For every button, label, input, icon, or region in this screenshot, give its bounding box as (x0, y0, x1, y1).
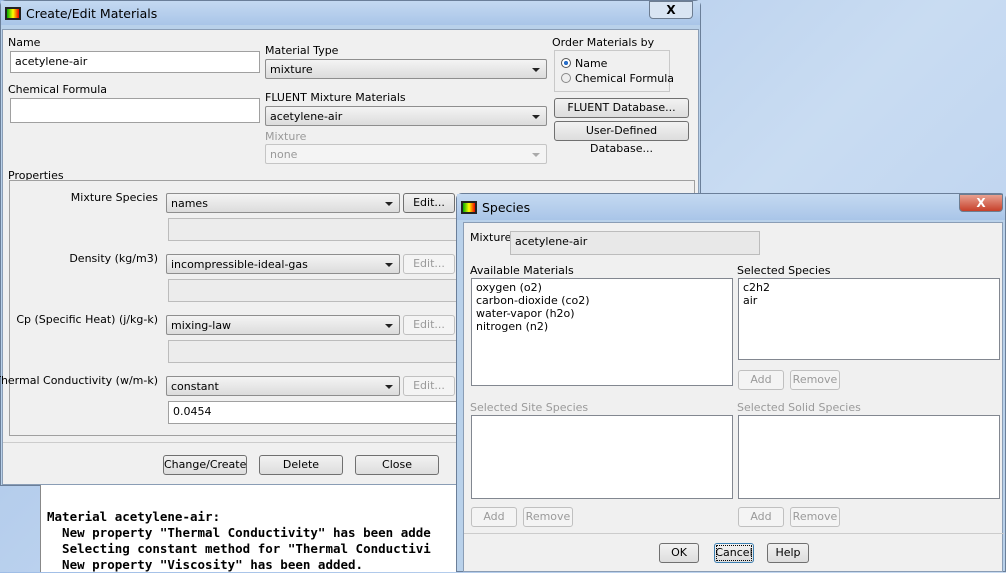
order-by-name-radio[interactable]: Name (561, 57, 607, 70)
material-type-dropdown[interactable]: mixture (265, 59, 547, 79)
remove-solid-button[interactable]: Remove (790, 507, 840, 527)
order-by-formula-radio[interactable]: Chemical Formula (561, 72, 674, 85)
console-line: New property "Thermal Conductivity" has … (47, 525, 431, 540)
property-edit-button[interactable]: Edit... (403, 193, 455, 213)
title-bar[interactable]: Create/Edit Materials (1, 1, 700, 25)
remove-species-button[interactable]: Remove (790, 370, 840, 390)
radio-label: Chemical Formula (575, 72, 675, 85)
console-line: Selecting constant method for "Thermal C… (47, 541, 431, 556)
console-line: Material acetylene-air: (47, 509, 221, 524)
delete-button[interactable]: Delete (259, 455, 343, 475)
property-value-field[interactable]: 0.0454 (168, 401, 468, 424)
material-type-label: Material Type (265, 44, 339, 57)
property-label: Cp (Specific Heat) (j/kg-k) (16, 313, 158, 326)
species-client: Mixture acetylene-air Available Material… (463, 222, 1004, 572)
property-edit-button[interactable]: Edit... (403, 376, 455, 396)
selected-species-list[interactable]: c2h2 air (738, 278, 1000, 360)
property-value-field (168, 279, 468, 302)
property-edit-button[interactable]: Edit... (403, 254, 455, 274)
close-window-button[interactable]: X (649, 1, 693, 19)
cancel-button[interactable]: Cancel (714, 543, 754, 563)
ok-button[interactable]: OK (659, 543, 699, 563)
fluent-database-button[interactable]: FLUENT Database... (554, 98, 689, 118)
user-defined-database-button[interactable]: User-Defined Database... (554, 121, 689, 155)
list-item[interactable]: air (743, 294, 995, 307)
list-item[interactable]: carbon-dioxide (co2) (476, 294, 728, 307)
site-species-label: Selected Site Species (470, 401, 589, 414)
available-materials-list[interactable]: oxygen (o2) carbon-dioxide (co2) water-vap… (471, 278, 733, 386)
fluent-app-icon (5, 6, 21, 20)
site-species-list[interactable] (471, 415, 733, 499)
property-method-dropdown[interactable]: names (166, 193, 400, 213)
property-label: Density (kg/m3) (69, 252, 158, 265)
fluent-app-icon (461, 200, 477, 214)
name-input[interactable]: acetylene-air (10, 51, 260, 73)
divider (464, 533, 1004, 534)
property-method-dropdown[interactable]: constant (166, 376, 400, 396)
close-button[interactable]: Close (355, 455, 439, 475)
property-label: Mixture Species (70, 191, 158, 204)
order-materials-label: Order Materials by (552, 36, 655, 49)
add-species-button[interactable]: Add (738, 370, 784, 390)
selected-species-label: Selected Species (737, 264, 831, 277)
fluent-mixture-dropdown[interactable]: acetylene-air (265, 106, 547, 126)
list-item[interactable]: c2h2 (743, 281, 995, 294)
change-create-button[interactable]: Change/Create (163, 455, 247, 475)
mixture-label: Mixture (265, 130, 307, 143)
help-button[interactable]: Help (767, 543, 809, 563)
list-item[interactable]: nitrogen (n2) (476, 320, 728, 333)
list-item[interactable]: water-vapor (h2o) (476, 307, 728, 320)
radio-unchecked-icon (561, 73, 571, 83)
radio-checked-icon (561, 58, 571, 68)
property-method-dropdown[interactable]: mixing-law (166, 315, 400, 335)
list-item[interactable]: oxygen (o2) (476, 281, 728, 294)
species-window: Species X Mixture acetylene-air Availabl… (456, 193, 1006, 572)
mixture-value-field: acetylene-air (510, 231, 760, 255)
order-radio-group: Name Chemical Formula (554, 50, 674, 92)
radio-label: Name (575, 57, 608, 70)
chemical-formula-input[interactable] (10, 98, 260, 123)
property-method-dropdown[interactable]: incompressible-ideal-gas (166, 254, 400, 274)
remove-site-button[interactable]: Remove (523, 507, 573, 527)
console-output: Material acetylene-air: New property "Th… (40, 485, 462, 572)
fluent-mixture-label: FLUENT Mixture Materials (265, 91, 406, 104)
solid-species-label: Selected Solid Species (737, 401, 861, 414)
property-value-field (168, 340, 468, 363)
property-label: Thermal Conductivity (w/m-k) (0, 374, 158, 387)
window-title: Create/Edit Materials (26, 5, 158, 21)
add-site-button[interactable]: Add (471, 507, 517, 527)
available-materials-label: Available Materials (470, 264, 574, 277)
window-title: Species (482, 199, 531, 215)
mixture-dropdown[interactable]: none (265, 144, 547, 164)
species-title-bar[interactable]: Species (457, 194, 1005, 220)
add-solid-button[interactable]: Add (738, 507, 784, 527)
mixture-label: Mixture (470, 231, 512, 244)
species-close-button[interactable]: X (959, 194, 1003, 212)
console-line: New property "Viscosity" has been added. (47, 557, 364, 572)
name-label: Name (8, 36, 41, 49)
property-edit-button[interactable]: Edit... (403, 315, 455, 335)
chemical-formula-label: Chemical Formula (8, 83, 108, 96)
solid-species-list[interactable] (738, 415, 1000, 499)
property-value-field (168, 218, 468, 241)
